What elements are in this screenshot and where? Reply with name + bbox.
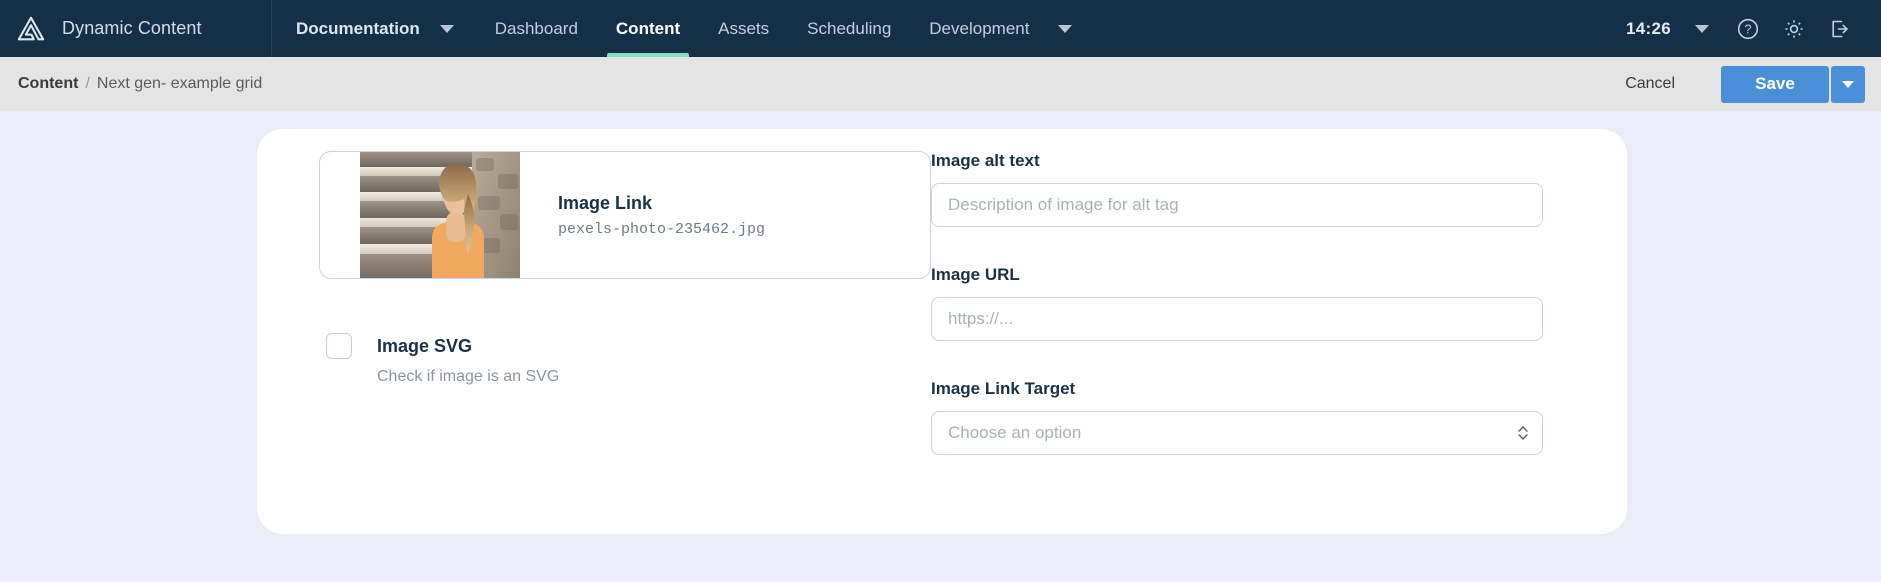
form-left-column: Image Link pexels-photo-235462.jpg Image… xyxy=(257,129,931,534)
nav-item-content[interactable]: Content xyxy=(597,0,699,57)
asset-thumbnail-image xyxy=(360,152,520,278)
alt-text-label: Image alt text xyxy=(931,151,1040,170)
svg-text:?: ? xyxy=(1745,22,1752,36)
nav-item-documentation[interactable]: Documentation xyxy=(272,0,432,57)
asset-metadata: Image Link pexels-photo-235462.jpg xyxy=(520,152,765,278)
development-dropdown-toggle[interactable] xyxy=(1048,0,1098,57)
image-url-field: Image URL xyxy=(931,265,1627,341)
image-link-target-field: Image Link Target Choose an option xyxy=(931,379,1627,455)
asset-title: Image Link xyxy=(558,192,653,213)
save-dropdown-toggle[interactable] xyxy=(1831,65,1865,103)
image-link-target-select[interactable]: Choose an option xyxy=(931,411,1543,455)
clock-dropdown-toggle[interactable] xyxy=(1679,0,1725,57)
question-circle-icon: ? xyxy=(1737,18,1759,39)
image-link-asset-picker[interactable]: Image Link pexels-photo-235462.jpg xyxy=(319,151,931,279)
image-link-target-select-wrap: Choose an option xyxy=(931,411,1543,455)
documentation-dropdown-toggle[interactable] xyxy=(432,0,476,57)
cancel-button[interactable]: Cancel xyxy=(1599,67,1701,101)
brand-area[interactable]: Dynamic Content xyxy=(0,0,272,57)
caret-down-icon xyxy=(1695,24,1709,33)
asset-filename: pexels-photo-235462.jpg xyxy=(558,220,766,238)
nav-item-dashboard[interactable]: Dashboard xyxy=(476,0,597,57)
logout-button[interactable] xyxy=(1817,0,1863,57)
image-svg-checkbox[interactable] xyxy=(326,333,352,359)
help-button[interactable]: ? xyxy=(1725,0,1771,57)
image-svg-label: Image SVG xyxy=(377,335,473,356)
brand-title: Dynamic Content xyxy=(62,18,202,38)
caret-down-icon xyxy=(1058,24,1073,33)
top-navigation-bar: Dynamic Content Documentation Dashboard … xyxy=(0,0,1881,57)
action-bar-buttons: Cancel Save xyxy=(1599,65,1881,103)
breadcrumb-root[interactable]: Content xyxy=(18,75,78,93)
nav-item-assets[interactable]: Assets xyxy=(699,0,788,57)
image-url-input[interactable] xyxy=(931,297,1543,341)
image-svg-help-text: Check if image is an SVG xyxy=(377,368,560,385)
image-svg-checkbox-row: Image SVG xyxy=(326,333,917,359)
breadcrumb-separator: / xyxy=(85,75,90,92)
breadcrumb-current: Next gen- example grid xyxy=(96,75,263,92)
gear-icon xyxy=(1785,19,1803,38)
nav-right-actions: 14:26 ? xyxy=(1620,0,1881,57)
nav-item-scheduling[interactable]: Scheduling xyxy=(788,0,910,57)
nav-item-development[interactable]: Development xyxy=(910,0,1048,57)
amplience-triangle-logo-icon xyxy=(16,14,46,44)
editor-page: Image Link pexels-photo-235462.jpg Image… xyxy=(0,111,1881,582)
clock-display: 14:26 xyxy=(1626,18,1671,38)
primary-nav: Documentation Dashboard Content Assets S… xyxy=(272,0,1098,57)
image-url-label: Image URL xyxy=(931,265,1020,284)
sign-out-icon xyxy=(1832,20,1848,37)
settings-button[interactable] xyxy=(1771,0,1817,57)
save-button[interactable]: Save xyxy=(1721,65,1829,103)
caret-down-icon xyxy=(1842,80,1854,88)
form-right-column: Image alt text Image URL Image Link Targ… xyxy=(917,129,1627,534)
caret-down-icon xyxy=(439,24,454,33)
content-form-card: Image Link pexels-photo-235462.jpg Image… xyxy=(257,129,1627,534)
asset-thumbnail xyxy=(360,152,520,278)
alt-text-field: Image alt text xyxy=(931,151,1627,227)
alt-text-input[interactable] xyxy=(931,183,1543,227)
save-button-group: Save xyxy=(1721,65,1865,103)
image-link-target-label: Image Link Target xyxy=(931,379,1076,398)
action-bar: Content / Next gen- example grid Cancel … xyxy=(0,57,1881,111)
